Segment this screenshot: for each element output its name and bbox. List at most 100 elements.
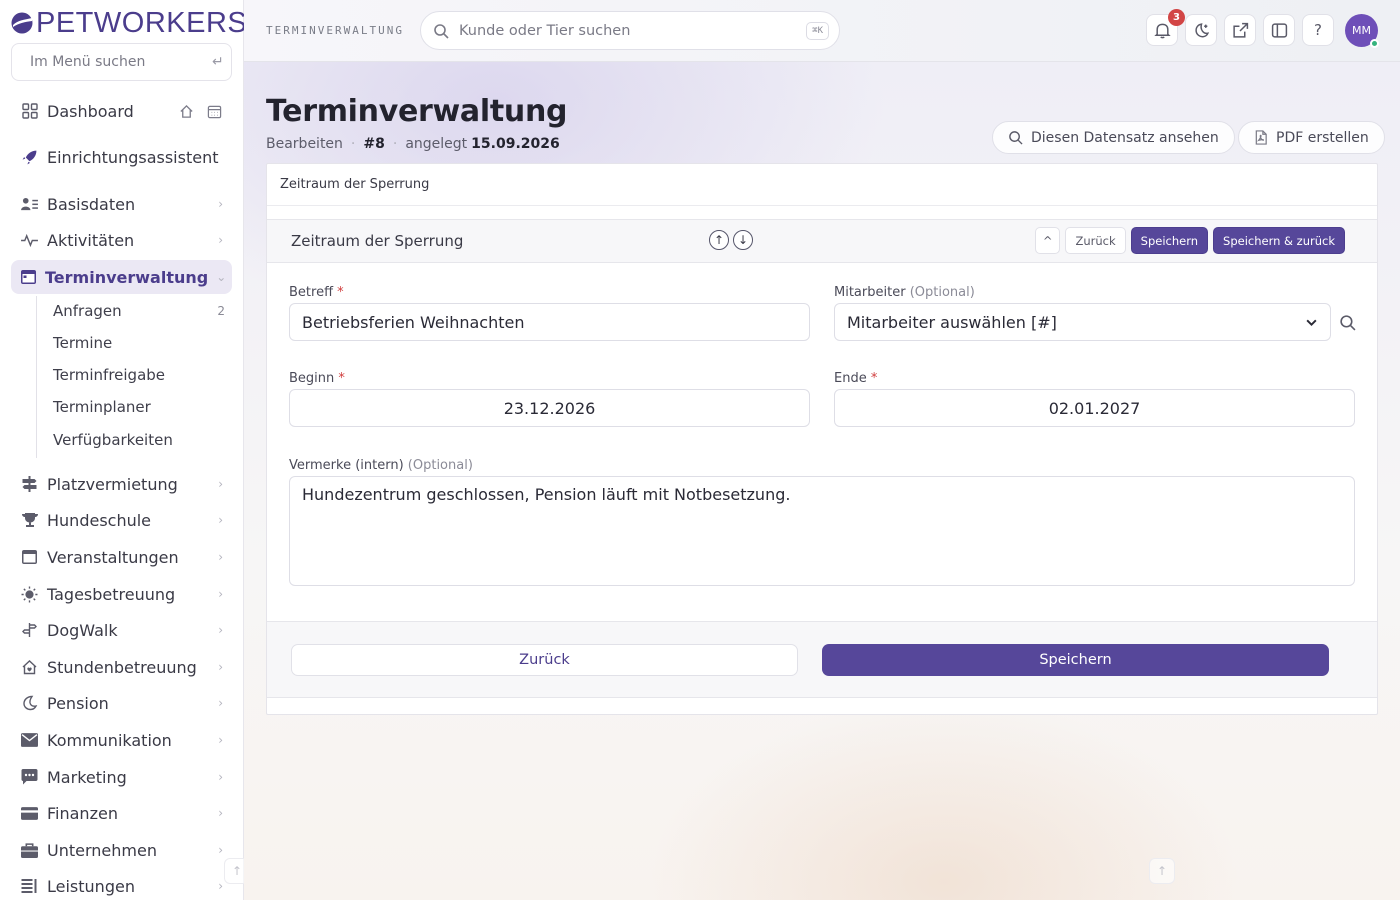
section-header: Zeitraum der Sperrung ↑ ↓ ^ Zurück Speic… (267, 219, 1377, 263)
chevron-right-icon: › (218, 770, 223, 784)
open-external-button[interactable] (1224, 14, 1256, 46)
toggle-sidebar-button[interactable] (1263, 14, 1295, 46)
mitarbeiter-label-text: Mitarbeiter (834, 285, 906, 300)
subnav-terminfreigabe[interactable]: Terminfreigabe (37, 360, 233, 390)
chat-icon (20, 768, 39, 787)
arrow-up-icon: ↑ (713, 233, 725, 247)
section-save-back-button[interactable]: Speichern & zurück (1213, 227, 1345, 254)
online-status-dot (1370, 39, 1379, 48)
nav-veranstaltungen[interactable]: Veranstaltungen › (11, 540, 232, 574)
nav-pension[interactable]: Pension › (11, 686, 232, 720)
nav-label: Tagesbetreuung (47, 584, 176, 604)
main-scroll-top-button[interactable]: ↑ (1149, 858, 1175, 884)
chevron-down-icon: ⌄ (216, 270, 227, 284)
subnav-verfuegbarkeiten[interactable]: Verfügbarkeiten (37, 425, 233, 455)
nav-marketing[interactable]: Marketing › (11, 760, 232, 794)
chevron-up-icon: ^ (1042, 233, 1053, 248)
moon-stars-icon (1194, 22, 1209, 37)
nav-setup-assistant[interactable]: Einrichtungsassistent (11, 140, 232, 174)
footer-save-button[interactable]: Speichern (822, 644, 1329, 676)
chevron-right-icon: › (218, 879, 223, 893)
vermerke-label: Vermerke (intern) (Optional) (289, 458, 473, 473)
chevron-right-icon: › (218, 477, 223, 491)
footer-back-button[interactable]: Zurück (291, 644, 798, 676)
subnav-terminplaner[interactable]: Terminplaner (37, 392, 233, 422)
subnav-termine[interactable]: Termine (37, 328, 233, 358)
record-meta: Bearbeiten · #8 · angelegt 15.09.2026 (266, 136, 560, 152)
sun-icon (20, 585, 39, 604)
ende-date-input[interactable]: 02.01.2027 (834, 389, 1355, 427)
create-pdf-button[interactable]: PDF erstellen (1238, 121, 1385, 154)
calendar-grid-icon[interactable] (205, 102, 223, 120)
search-icon (1340, 315, 1356, 331)
nav-label: DogWalk (47, 620, 118, 640)
nav-terminverwaltung[interactable]: Terminverwaltung ⌄ (11, 260, 232, 294)
view-record-button[interactable]: Diesen Datensatz ansehen (992, 121, 1235, 154)
beginn-label-text: Beginn (289, 371, 335, 386)
arrow-down-icon: ↓ (737, 233, 749, 247)
global-search[interactable]: ⌘K (420, 11, 840, 50)
betreff-value: Betriebsferien Weihnachten (302, 312, 525, 332)
nav-leistungen[interactable]: Leistungen › (11, 869, 232, 900)
nav-platzvermietung[interactable]: Platzvermietung › (11, 467, 232, 501)
house-heart-icon (20, 658, 39, 677)
global-search-input[interactable] (459, 22, 797, 39)
section-back-button[interactable]: Zurück (1065, 227, 1126, 254)
mode-label: Bearbeiten (266, 136, 343, 152)
vermerke-textarea[interactable]: Hundezentrum geschlossen, Pension läuft … (289, 476, 1355, 586)
subnav-anfragen[interactable]: Anfragen 2 (37, 296, 233, 326)
help-button[interactable]: ? (1302, 14, 1334, 46)
created-date: 15.09.2026 (471, 136, 560, 152)
required-marker: * (338, 371, 345, 386)
subnav-count: 2 (217, 304, 225, 318)
notifications-button[interactable]: 3 (1146, 9, 1185, 46)
grid-icon (20, 102, 39, 121)
record-id-value: #8 (363, 136, 385, 152)
nav-aktivitaeten[interactable]: Aktivitäten › (11, 223, 232, 257)
menu-search[interactable]: ↵ (11, 43, 232, 81)
nav-tagesbetreuung[interactable]: Tagesbetreuung › (11, 577, 232, 611)
menu-search-input[interactable] (30, 54, 204, 70)
beginn-date-input[interactable]: 23.12.2026 (289, 389, 810, 427)
collapse-section-button[interactable]: ^ (1034, 227, 1061, 254)
nav-finanzen[interactable]: Finanzen › (11, 796, 232, 830)
nav-dogwalk[interactable]: DogWalk › (11, 613, 232, 647)
betreff-input[interactable]: Betriebsferien Weihnachten (289, 303, 810, 341)
breadcrumb: TERMINVERWALTUNG (266, 24, 404, 37)
user-avatar[interactable]: MM (1345, 14, 1379, 48)
nav-stundenbetreuung[interactable]: Stundenbetreuung › (11, 650, 232, 684)
mitarbeiter-select[interactable]: Mitarbeiter auswählen [#] (834, 303, 1331, 341)
calendar-icon (20, 268, 37, 287)
mitarbeiter-label: Mitarbeiter (Optional) (834, 285, 975, 300)
chevron-right-icon: › (218, 733, 223, 747)
brand-logo[interactable]: PETWORKERS (10, 6, 247, 40)
nav-kommunikation[interactable]: Kommunikation › (11, 723, 232, 757)
logo-mark-icon (11, 12, 33, 34)
mitarbeiter-search-button[interactable] (1339, 314, 1356, 335)
nav-hundeschule[interactable]: Hundeschule › (11, 503, 232, 537)
nav-unternehmen[interactable]: Unternehmen › (11, 833, 232, 867)
sidebar: PETWORKERS ↵ Dashboard Einrichtungsassis… (0, 0, 250, 900)
signpost-icon (20, 475, 39, 494)
theme-toggle-button[interactable] (1185, 14, 1217, 46)
section-save-button[interactable]: Speichern (1130, 227, 1209, 254)
nav-label: Veranstaltungen (47, 547, 179, 567)
home-icon[interactable] (177, 102, 195, 120)
calendar-event-icon (20, 548, 39, 567)
required-marker: * (870, 371, 878, 386)
list-icon (20, 877, 39, 896)
chevron-right-icon: › (218, 587, 223, 601)
move-down-button[interactable]: ↓ (733, 230, 753, 250)
nav-basisdaten[interactable]: Basisdaten › (11, 187, 232, 221)
activity-icon (20, 231, 39, 250)
credit-card-icon (20, 804, 39, 823)
view-record-label: Diesen Datensatz ansehen (1031, 129, 1219, 146)
nav-label: Aktivitäten (47, 230, 135, 250)
shortcut-hint: ⌘K (806, 21, 829, 40)
nav-dashboard[interactable]: Dashboard (11, 94, 232, 128)
chevron-right-icon: › (218, 233, 223, 247)
beginn-value: 23.12.2026 (503, 398, 596, 418)
move-up-button[interactable]: ↑ (709, 230, 729, 250)
chevron-right-icon: › (218, 550, 223, 564)
betreff-label: Betreff * (289, 285, 344, 300)
